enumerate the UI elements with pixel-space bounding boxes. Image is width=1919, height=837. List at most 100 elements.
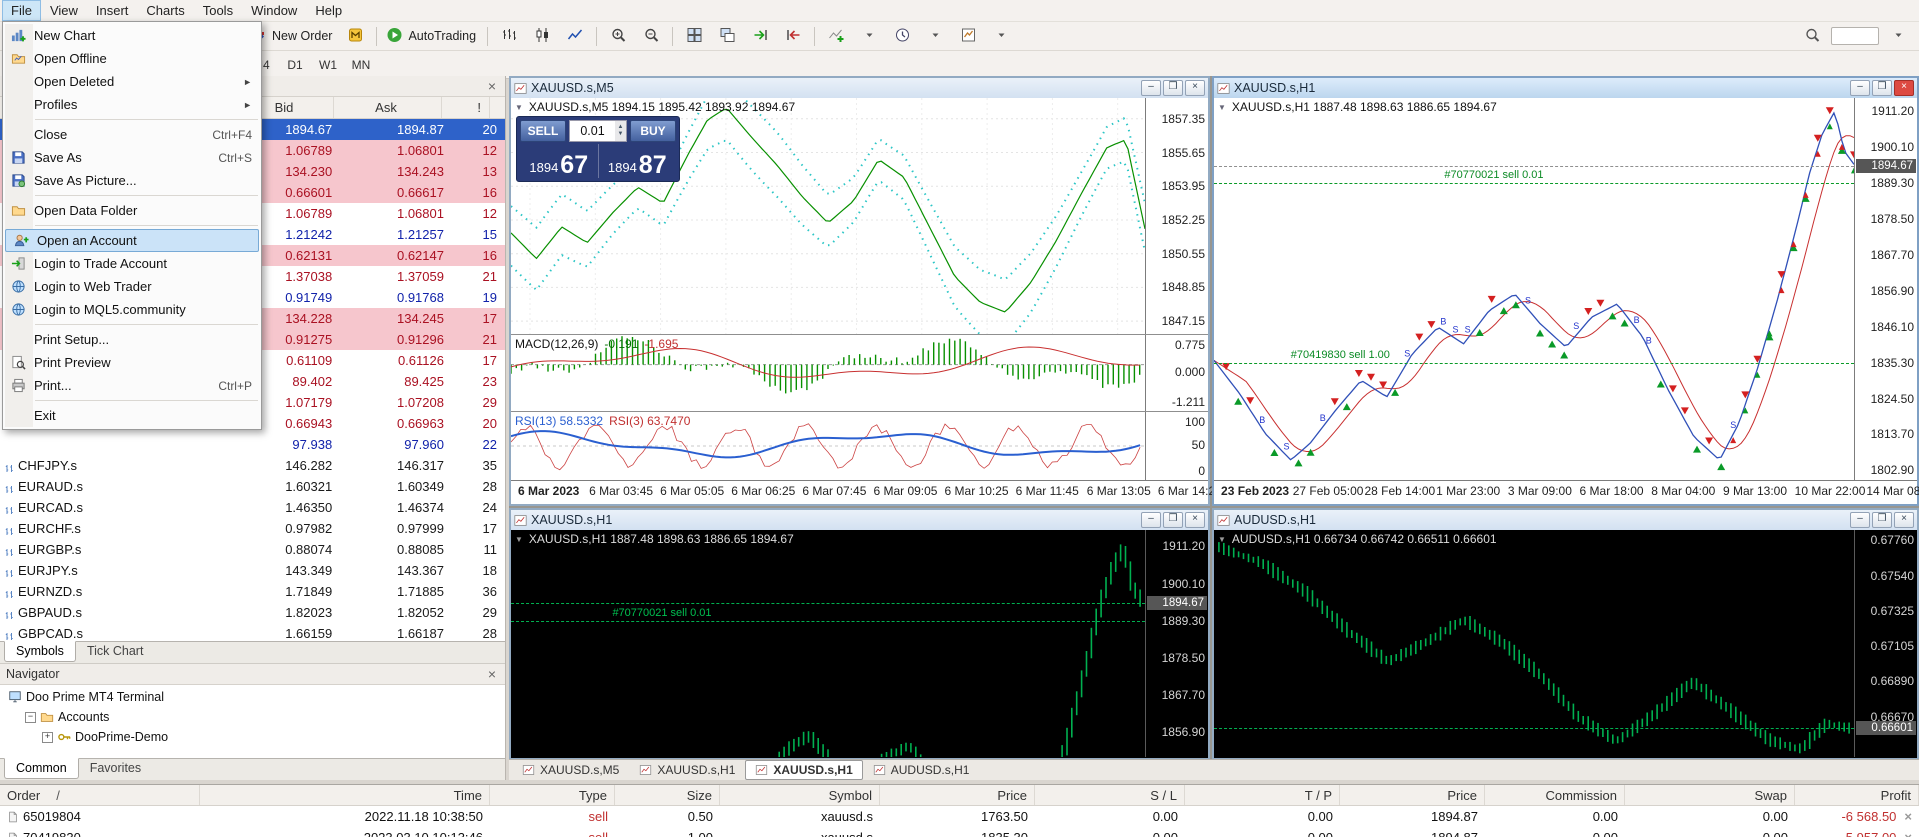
tab-favorites[interactable]: Favorites — [79, 759, 152, 778]
bar-chart-button[interactable] — [493, 24, 525, 49]
chart-tab-xauusd-s-h1[interactable]: XAUUSD.s,H1 — [629, 760, 745, 780]
chart-tab-xauusd-s-m5[interactable]: XAUUSD.s,M5 — [512, 760, 629, 780]
close-position-icon[interactable]: × — [1904, 830, 1912, 837]
volume-spinner-up-icon[interactable]: ▲ — [615, 124, 626, 131]
rsi-pane[interactable]: RSI(13) 58.5332RSI(3) 63.7470 — [511, 412, 1145, 480]
chart-minimize-button[interactable]: – — [1850, 512, 1870, 528]
chart-titlebar[interactable]: XAUUSD.s,H1 – ❒ × — [511, 510, 1208, 531]
menu-charts[interactable]: Charts — [137, 0, 193, 21]
search-dropdown[interactable] — [1882, 24, 1914, 49]
zoom-out-button[interactable] — [635, 24, 667, 49]
chart-restore-button[interactable]: ❒ — [1163, 512, 1183, 528]
market-watch-row-eurgbp.s[interactable]: EURGBP.s0.880740.8808511 — [0, 539, 505, 560]
chart-shift-button[interactable] — [777, 24, 809, 49]
file-menu-item-login-to-trade-account[interactable]: Login to Trade Account — [3, 252, 261, 275]
chart-close-button[interactable]: × — [1185, 512, 1205, 528]
buy-button[interactable]: BUY — [630, 120, 676, 142]
macd-pane[interactable]: MACD(12,26,9)-0.191-1.695 — [511, 335, 1145, 411]
volume-spinner[interactable]: ▲▼ — [615, 121, 626, 141]
market-watch-row-chfjpy.s[interactable]: CHFJPY.s146.282146.31735 — [0, 455, 505, 476]
tile-windows-button[interactable] — [678, 24, 710, 49]
search-input[interactable] — [1831, 27, 1879, 45]
timeframe-d1-button[interactable]: D1 — [279, 53, 311, 76]
market-watch-row-eurnzd.s[interactable]: EURNZD.s1.718491.7188536 — [0, 581, 505, 602]
chart-window-xauusd-h1[interactable]: XAUUSD.s,H1 – ❒ × BSBSBSSSSBBS#70770021 … — [1212, 76, 1919, 506]
order-line[interactable] — [1214, 363, 1854, 364]
tab-common[interactable]: Common — [4, 758, 79, 779]
autotrading-button[interactable]: AutoTrading — [382, 24, 482, 49]
menu-window[interactable]: Window — [242, 0, 306, 21]
tab-tick-chart[interactable]: Tick Chart — [76, 642, 155, 661]
market-watch-row-eurjpy.s[interactable]: EURJPY.s143.349143.36718 — [0, 560, 505, 581]
file-menu-item-new-chart[interactable]: New Chart — [3, 24, 261, 47]
tree-item-accounts[interactable]: −Accounts — [0, 707, 505, 727]
terminal-column-commission[interactable]: Commission — [1485, 785, 1625, 805]
file-menu-item-save-as-picture-[interactable]: Save As Picture... — [3, 169, 261, 192]
line-chart-button[interactable] — [559, 24, 591, 49]
file-menu-item-open-deleted[interactable]: Open Deleted► — [3, 70, 261, 93]
file-menu-item-login-to-mql5-community[interactable]: Login to MQL5.community — [3, 298, 261, 321]
file-menu-item-print-preview[interactable]: Print Preview — [3, 351, 261, 374]
market-watch-column-ask[interactable]: Ask — [334, 97, 442, 118]
tree-item-dooprime-demo[interactable]: +DooPrime-Demo — [0, 727, 505, 747]
indicators-dropdown[interactable] — [853, 24, 885, 49]
file-menu-item-print-[interactable]: Print...Ctrl+P — [3, 374, 261, 397]
templates-dropdown[interactable] — [952, 24, 984, 49]
timeframe-mn-button[interactable]: MN — [345, 53, 377, 76]
menu-file[interactable]: File — [2, 0, 41, 21]
chart-minimize-button[interactable]: – — [1850, 80, 1870, 96]
periods-dropdown[interactable] — [886, 24, 918, 49]
navigator-close-icon[interactable]: × — [485, 668, 499, 680]
menu-help[interactable]: Help — [306, 0, 351, 21]
market-watch-column-spread[interactable]: ! — [442, 97, 490, 118]
market-watch-row-euraud.s[interactable]: EURAUD.s1.603211.6034928 — [0, 476, 505, 497]
file-menu-item-save-as[interactable]: Save AsCtrl+S — [3, 146, 261, 169]
chart-titlebar[interactable]: XAUUSD.s,M5 – ❒ × — [511, 78, 1208, 99]
tree-expander-icon[interactable]: − — [25, 712, 36, 723]
chart-restore-button[interactable]: ❒ — [1163, 80, 1183, 96]
search-button[interactable] — [1796, 24, 1828, 49]
file-menu-item-close[interactable]: CloseCtrl+F4 — [3, 123, 261, 146]
chart-tab-audusd-s-h1[interactable]: AUDUSD.s,H1 — [863, 760, 980, 780]
templates-caret[interactable] — [985, 24, 1017, 49]
one-click-arrow-icon[interactable]: ▼ — [1218, 535, 1226, 544]
chart-restore-button[interactable]: ❒ — [1872, 80, 1892, 96]
file-menu-item-open-an-account[interactable]: Open an Account — [5, 229, 259, 252]
chart-window-xauusd-h1-dark[interactable]: XAUUSD.s,H1 – ❒ × #70770021 sell 0.01▼XA… — [509, 508, 1210, 760]
terminal-column-size[interactable]: Size — [615, 785, 720, 805]
chart-plot-area[interactable]: ▼XAUUSD.s,M5 1894.15 1895.42 1893.92 189… — [511, 98, 1145, 334]
metaeditor-button[interactable] — [339, 24, 371, 49]
menu-insert[interactable]: Insert — [87, 0, 138, 21]
terminal-order-row[interactable]: 704198302023.03.10 10:13:46sell1.00xauus… — [0, 827, 1919, 837]
market-watch-row[interactable]: 97.93897.96022 — [0, 434, 505, 455]
order-line[interactable] — [1214, 183, 1854, 184]
timeframe-w1-button[interactable]: W1 — [312, 53, 344, 76]
cascade-windows-button[interactable] — [711, 24, 743, 49]
zoom-in-button[interactable] — [602, 24, 634, 49]
chart-minimize-button[interactable]: – — [1141, 80, 1161, 96]
one-click-arrow-icon[interactable]: ▼ — [515, 535, 523, 544]
tree-item-doo-prime-mt4-terminal[interactable]: Doo Prime MT4 Terminal — [0, 687, 505, 707]
market-watch-row-gbpcad.s[interactable]: GBPCAD.s1.661591.6618728 — [0, 623, 505, 641]
tab-symbols[interactable]: Symbols — [4, 641, 76, 662]
market-watch-row-eurchf.s[interactable]: EURCHF.s0.979820.9799917 — [0, 518, 505, 539]
order-line[interactable] — [511, 621, 1145, 622]
file-menu-item-open-data-folder[interactable]: Open Data Folder — [3, 199, 261, 222]
tree-expander-icon[interactable]: + — [42, 732, 53, 743]
volume-spinner-down-icon[interactable]: ▼ — [615, 131, 626, 138]
chart-minimize-button[interactable]: – — [1141, 512, 1161, 528]
file-menu-item-login-to-web-trader[interactable]: Login to Web Trader — [3, 275, 261, 298]
terminal-column-profit[interactable]: Profit — [1795, 785, 1919, 805]
terminal-column-order[interactable]: Order/ — [0, 785, 200, 805]
chart-titlebar[interactable]: XAUUSD.s,H1 – ❒ × — [1214, 78, 1917, 99]
market-watch-close-icon[interactable]: × — [485, 80, 499, 92]
menu-tools[interactable]: Tools — [194, 0, 242, 21]
terminal-column-price[interactable]: Price — [1340, 785, 1485, 805]
terminal-column-type[interactable]: Type — [490, 785, 615, 805]
volume-input[interactable]: 0.01▲▼ — [569, 120, 627, 142]
terminal-column-t-p[interactable]: T / P — [1185, 785, 1340, 805]
terminal-column-s-l[interactable]: S / L — [1035, 785, 1185, 805]
terminal-column-price[interactable]: Price — [880, 785, 1035, 805]
one-click-arrow-icon[interactable]: ▼ — [515, 103, 523, 112]
chart-close-button[interactable]: × — [1894, 80, 1914, 96]
